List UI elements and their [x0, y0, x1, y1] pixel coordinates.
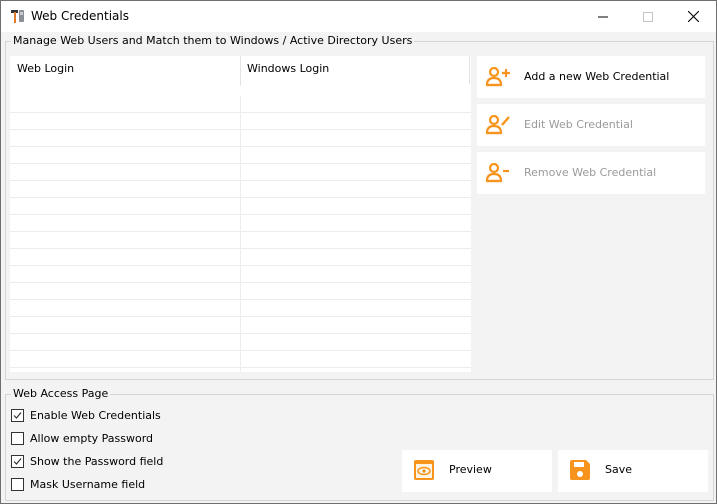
- maximize-icon: [643, 11, 653, 22]
- maximize-button[interactable]: [625, 1, 671, 32]
- table-row[interactable]: [10, 266, 471, 283]
- mask-username-field-checkbox[interactable]: Mask Username field: [11, 478, 145, 491]
- close-icon: [687, 11, 699, 22]
- table-cell: [10, 96, 241, 112]
- table-cell: [10, 113, 241, 129]
- title-bar: Web Credentials: [1, 1, 716, 32]
- table-row[interactable]: [10, 317, 471, 334]
- save-floppy-icon: [570, 460, 590, 480]
- table-row[interactable]: [10, 130, 471, 147]
- checkbox-label: Show the Password field: [30, 455, 164, 468]
- user-remove-icon: [485, 162, 509, 183]
- table-row[interactable]: [10, 181, 471, 198]
- table-cell: [10, 351, 241, 367]
- table-row[interactable]: [10, 300, 471, 317]
- table-row[interactable]: [10, 164, 471, 181]
- web-credentials-window: Web Credentials Manage Web Users and Mat…: [0, 0, 717, 504]
- table-row[interactable]: [10, 334, 471, 351]
- window-title: Web Credentials: [31, 9, 129, 23]
- checkbox-box[interactable]: [11, 432, 24, 445]
- table-cell: [10, 249, 241, 265]
- table-cell: [10, 198, 241, 214]
- preview-button[interactable]: Preview: [402, 450, 552, 492]
- user-add-icon: [485, 66, 510, 87]
- close-button[interactable]: [670, 1, 716, 32]
- table-row[interactable]: [10, 147, 471, 164]
- table-cell: [10, 147, 241, 163]
- remove-credential-button[interactable]: Remove Web Credential: [477, 152, 705, 194]
- table-row[interactable]: [10, 368, 471, 372]
- table-cell: [10, 215, 241, 231]
- checkmark-icon: [13, 412, 22, 419]
- column-header-windows-login[interactable]: Windows Login: [240, 56, 329, 82]
- table-row[interactable]: [10, 351, 471, 368]
- table-cell: [10, 283, 241, 299]
- table-row[interactable]: [10, 249, 471, 266]
- checkbox-label: Allow empty Password: [30, 432, 154, 445]
- enable-web-credentials-checkbox[interactable]: Enable Web Credentials: [11, 409, 161, 422]
- checkbox-box[interactable]: [11, 455, 24, 468]
- table-cell: [10, 334, 241, 350]
- edit-credential-label: Edit Web Credential: [524, 118, 633, 131]
- table-row[interactable]: [10, 283, 471, 300]
- save-label: Save: [605, 463, 633, 476]
- checkbox-box[interactable]: [11, 478, 24, 491]
- table-cell: [10, 266, 241, 282]
- checkbox-label: Enable Web Credentials: [30, 409, 161, 422]
- user-edit-icon: [485, 114, 510, 135]
- remove-credential-label: Remove Web Credential: [524, 166, 657, 179]
- tools-app-icon: [11, 10, 24, 23]
- edit-credential-button[interactable]: Edit Web Credential: [477, 104, 705, 146]
- minimize-button[interactable]: [580, 1, 626, 32]
- preview-label: Preview: [449, 463, 492, 476]
- table-row[interactable]: [10, 96, 471, 113]
- checkmark-icon: [13, 458, 22, 465]
- users-group-label: Manage Web Users and Match them to Windo…: [11, 34, 415, 47]
- show-password-field-checkbox[interactable]: Show the Password field: [11, 455, 163, 468]
- table-cell: [10, 300, 241, 316]
- add-credential-label: Add a new Web Credential: [524, 70, 670, 83]
- table-cell: [10, 181, 241, 197]
- table-cell: [10, 232, 241, 248]
- credentials-grid[interactable]: Web Login Windows Login: [10, 56, 471, 372]
- grid-header: Web Login Windows Login: [10, 56, 471, 95]
- grid-rows: [10, 96, 471, 372]
- column-header-web-login[interactable]: Web Login: [10, 56, 74, 82]
- table-cell: [10, 368, 241, 372]
- allow-empty-password-checkbox[interactable]: Allow empty Password: [11, 432, 153, 445]
- table-cell: [10, 317, 241, 333]
- table-row[interactable]: [10, 232, 471, 249]
- table-cell: [10, 164, 241, 180]
- table-row[interactable]: [10, 198, 471, 215]
- save-button[interactable]: Save: [558, 450, 708, 492]
- checkbox-label: Mask Username field: [30, 478, 146, 491]
- minimize-icon: [598, 16, 608, 17]
- table-cell: [10, 130, 241, 146]
- table-row[interactable]: [10, 215, 471, 232]
- column-separator: [469, 56, 470, 84]
- preview-eye-icon: [414, 460, 434, 480]
- checkbox-box[interactable]: [11, 409, 24, 422]
- web-access-group-label: Web Access Page: [11, 387, 111, 400]
- add-credential-button[interactable]: Add a new Web Credential: [477, 56, 705, 98]
- table-row[interactable]: [10, 113, 471, 130]
